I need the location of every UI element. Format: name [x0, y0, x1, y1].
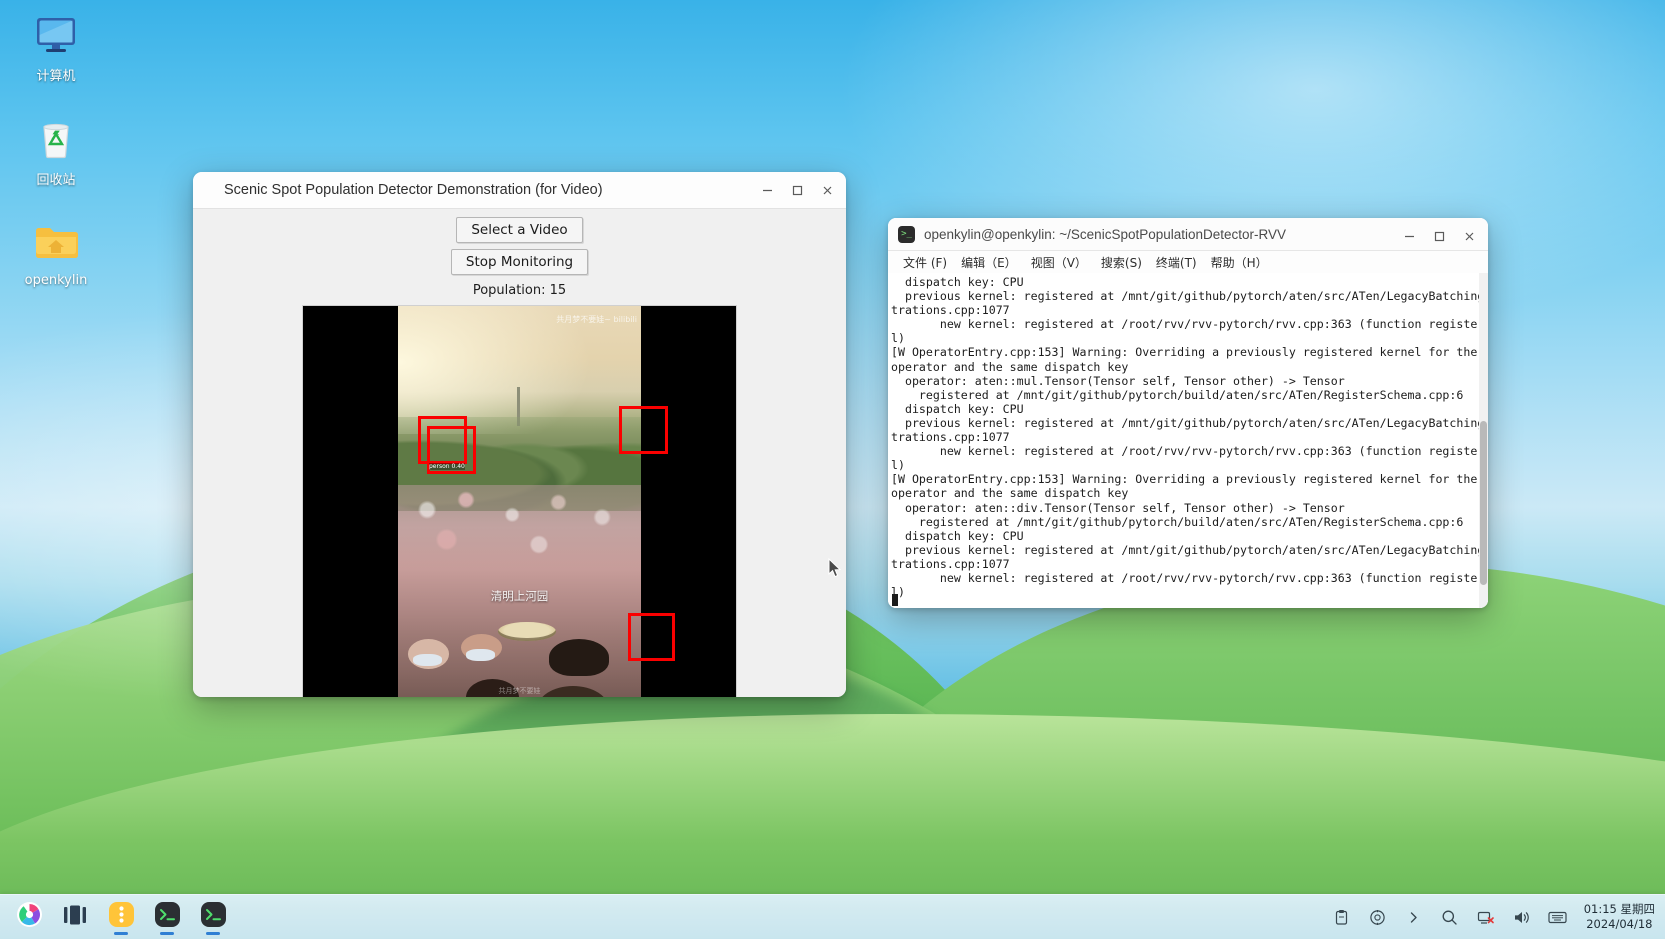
search-icon[interactable]	[1435, 902, 1465, 932]
clipboard-icon[interactable]	[1327, 902, 1357, 932]
clock-time: 01:15 星期四	[1583, 902, 1655, 916]
video-watermark-bottom: 共月梦不要娃	[498, 687, 541, 696]
terminal-scrollbar[interactable]	[1479, 273, 1488, 608]
brightness-icon[interactable]	[1363, 902, 1393, 932]
terminal-icon	[154, 901, 181, 933]
straw-hat	[497, 621, 556, 642]
menu-help[interactable]: 帮助（H）	[1204, 252, 1275, 273]
terminal-output: dispatch key: CPU previous kernel: regis…	[891, 275, 1479, 600]
app-window-title: Scenic Spot Population Detector Demonstr…	[224, 182, 603, 198]
keyboard-icon[interactable]	[1543, 902, 1573, 932]
desktop-icon-label: openkylin	[24, 273, 88, 288]
video-watermark-top: 共月梦不要娃~ bilibili	[556, 315, 637, 324]
monitor-icon	[8, 10, 104, 60]
terminal-titlebar[interactable]: >_ openkylin@openkylin: ~/ScenicSpotPopu…	[888, 218, 1488, 251]
person-head	[536, 685, 610, 697]
desktop-icon-recycle-bin[interactable]: 回收站	[8, 114, 104, 188]
detection-box	[628, 613, 675, 661]
menu-file[interactable]: 文件 (F)	[896, 252, 954, 273]
python-app-icon	[108, 901, 135, 933]
population-count-label: Population: 15	[472, 283, 567, 298]
taskbar[interactable]: 01:15 星期四 2024/04/18	[0, 894, 1665, 939]
person-head	[548, 638, 610, 677]
app-window[interactable]: Scenic Spot Population Detector Demonstr…	[193, 172, 846, 697]
taskbar-clock[interactable]: 01:15 星期四 2024/04/18	[1584, 902, 1655, 932]
terminal-body[interactable]: dispatch key: CPU previous kernel: regis…	[888, 273, 1488, 608]
stop-monitoring-button[interactable]: Stop Monitoring	[450, 249, 589, 275]
chevron-right-icon[interactable]	[1399, 902, 1429, 932]
desktop-icon-label: 计算机	[36, 69, 76, 84]
video-watermark-center: 清明上河园	[490, 588, 549, 603]
menu-view[interactable]: 视图（V）	[1024, 252, 1094, 273]
close-button[interactable]	[812, 175, 842, 205]
terminal-window-title: openkylin@openkylin: ~/ScenicSpotPopulat…	[924, 226, 1287, 242]
select-video-button[interactable]: Select a Video	[456, 217, 583, 243]
minimize-button[interactable]	[752, 175, 782, 205]
sky-glow	[398, 306, 593, 435]
folder-icon	[8, 218, 104, 268]
menu-terminal[interactable]: 终端(T)	[1149, 252, 1204, 273]
desktop-icon-group: 计算机 回收站 openkylin	[8, 10, 104, 318]
minimize-button[interactable]	[1394, 221, 1424, 251]
menu-edit[interactable]: 编辑（E）	[954, 252, 1024, 273]
detection-box	[619, 406, 668, 454]
terminal-icon: >_	[898, 225, 915, 243]
terminal-menubar: 文件 (F) 编辑（E） 视图（V） 搜索(S) 终端(T) 帮助（H）	[888, 251, 1488, 273]
desktop-icon-computer[interactable]: 计算机	[8, 10, 104, 84]
taskbar-app-python[interactable]	[102, 898, 140, 936]
desktop-icon-label: 回收站	[36, 173, 76, 188]
task-view-button[interactable]	[56, 898, 94, 936]
terminal-cursor	[892, 594, 898, 606]
app-titlebar[interactable]: Scenic Spot Population Detector Demonstr…	[193, 172, 846, 209]
desktop[interactable]: 计算机 回收站 openkylin Scenic Spot Population…	[0, 0, 1665, 939]
taskbar-app-list	[0, 898, 236, 936]
terminal-icon	[200, 901, 227, 933]
recycle-bin-icon	[8, 114, 104, 164]
detection-box-label: person 0.40	[429, 463, 465, 470]
face-mask	[466, 648, 496, 662]
video-frame: 共月梦不要娃~ bilibili 清明上河园 共月梦不要娃	[398, 306, 641, 697]
video-preview-canvas[interactable]: 共月梦不要娃~ bilibili 清明上河园 共月梦不要娃 person 0.4…	[302, 305, 737, 697]
start-menu-button[interactable]	[10, 898, 48, 936]
close-button[interactable]	[1454, 221, 1484, 251]
taskbar-app-terminal-1[interactable]	[148, 898, 186, 936]
volume-icon[interactable]	[1507, 902, 1537, 932]
kylin-logo-icon	[16, 901, 43, 933]
terminal-scrollbar-thumb[interactable]	[1480, 420, 1487, 586]
network-error-icon[interactable]	[1471, 902, 1501, 932]
menu-search[interactable]: 搜索(S)	[1094, 252, 1149, 273]
desktop-icon-openkylin-folder[interactable]: openkylin	[8, 218, 104, 288]
task-view-icon	[62, 904, 88, 931]
terminal-window[interactable]: >_ openkylin@openkylin: ~/ScenicSpotPopu…	[888, 218, 1488, 608]
app-window-controls	[752, 172, 842, 208]
maximize-button[interactable]	[782, 175, 812, 205]
taskbar-app-terminal-2[interactable]	[194, 898, 232, 936]
terminal-window-controls	[1394, 218, 1484, 254]
clock-date: 2024/04/18	[1586, 917, 1653, 931]
maximize-button[interactable]	[1424, 221, 1454, 251]
app-body: Select a Video Stop Monitoring Populatio…	[193, 209, 846, 697]
system-tray: 01:15 星期四 2024/04/18	[1324, 902, 1665, 932]
face-mask	[412, 653, 442, 667]
